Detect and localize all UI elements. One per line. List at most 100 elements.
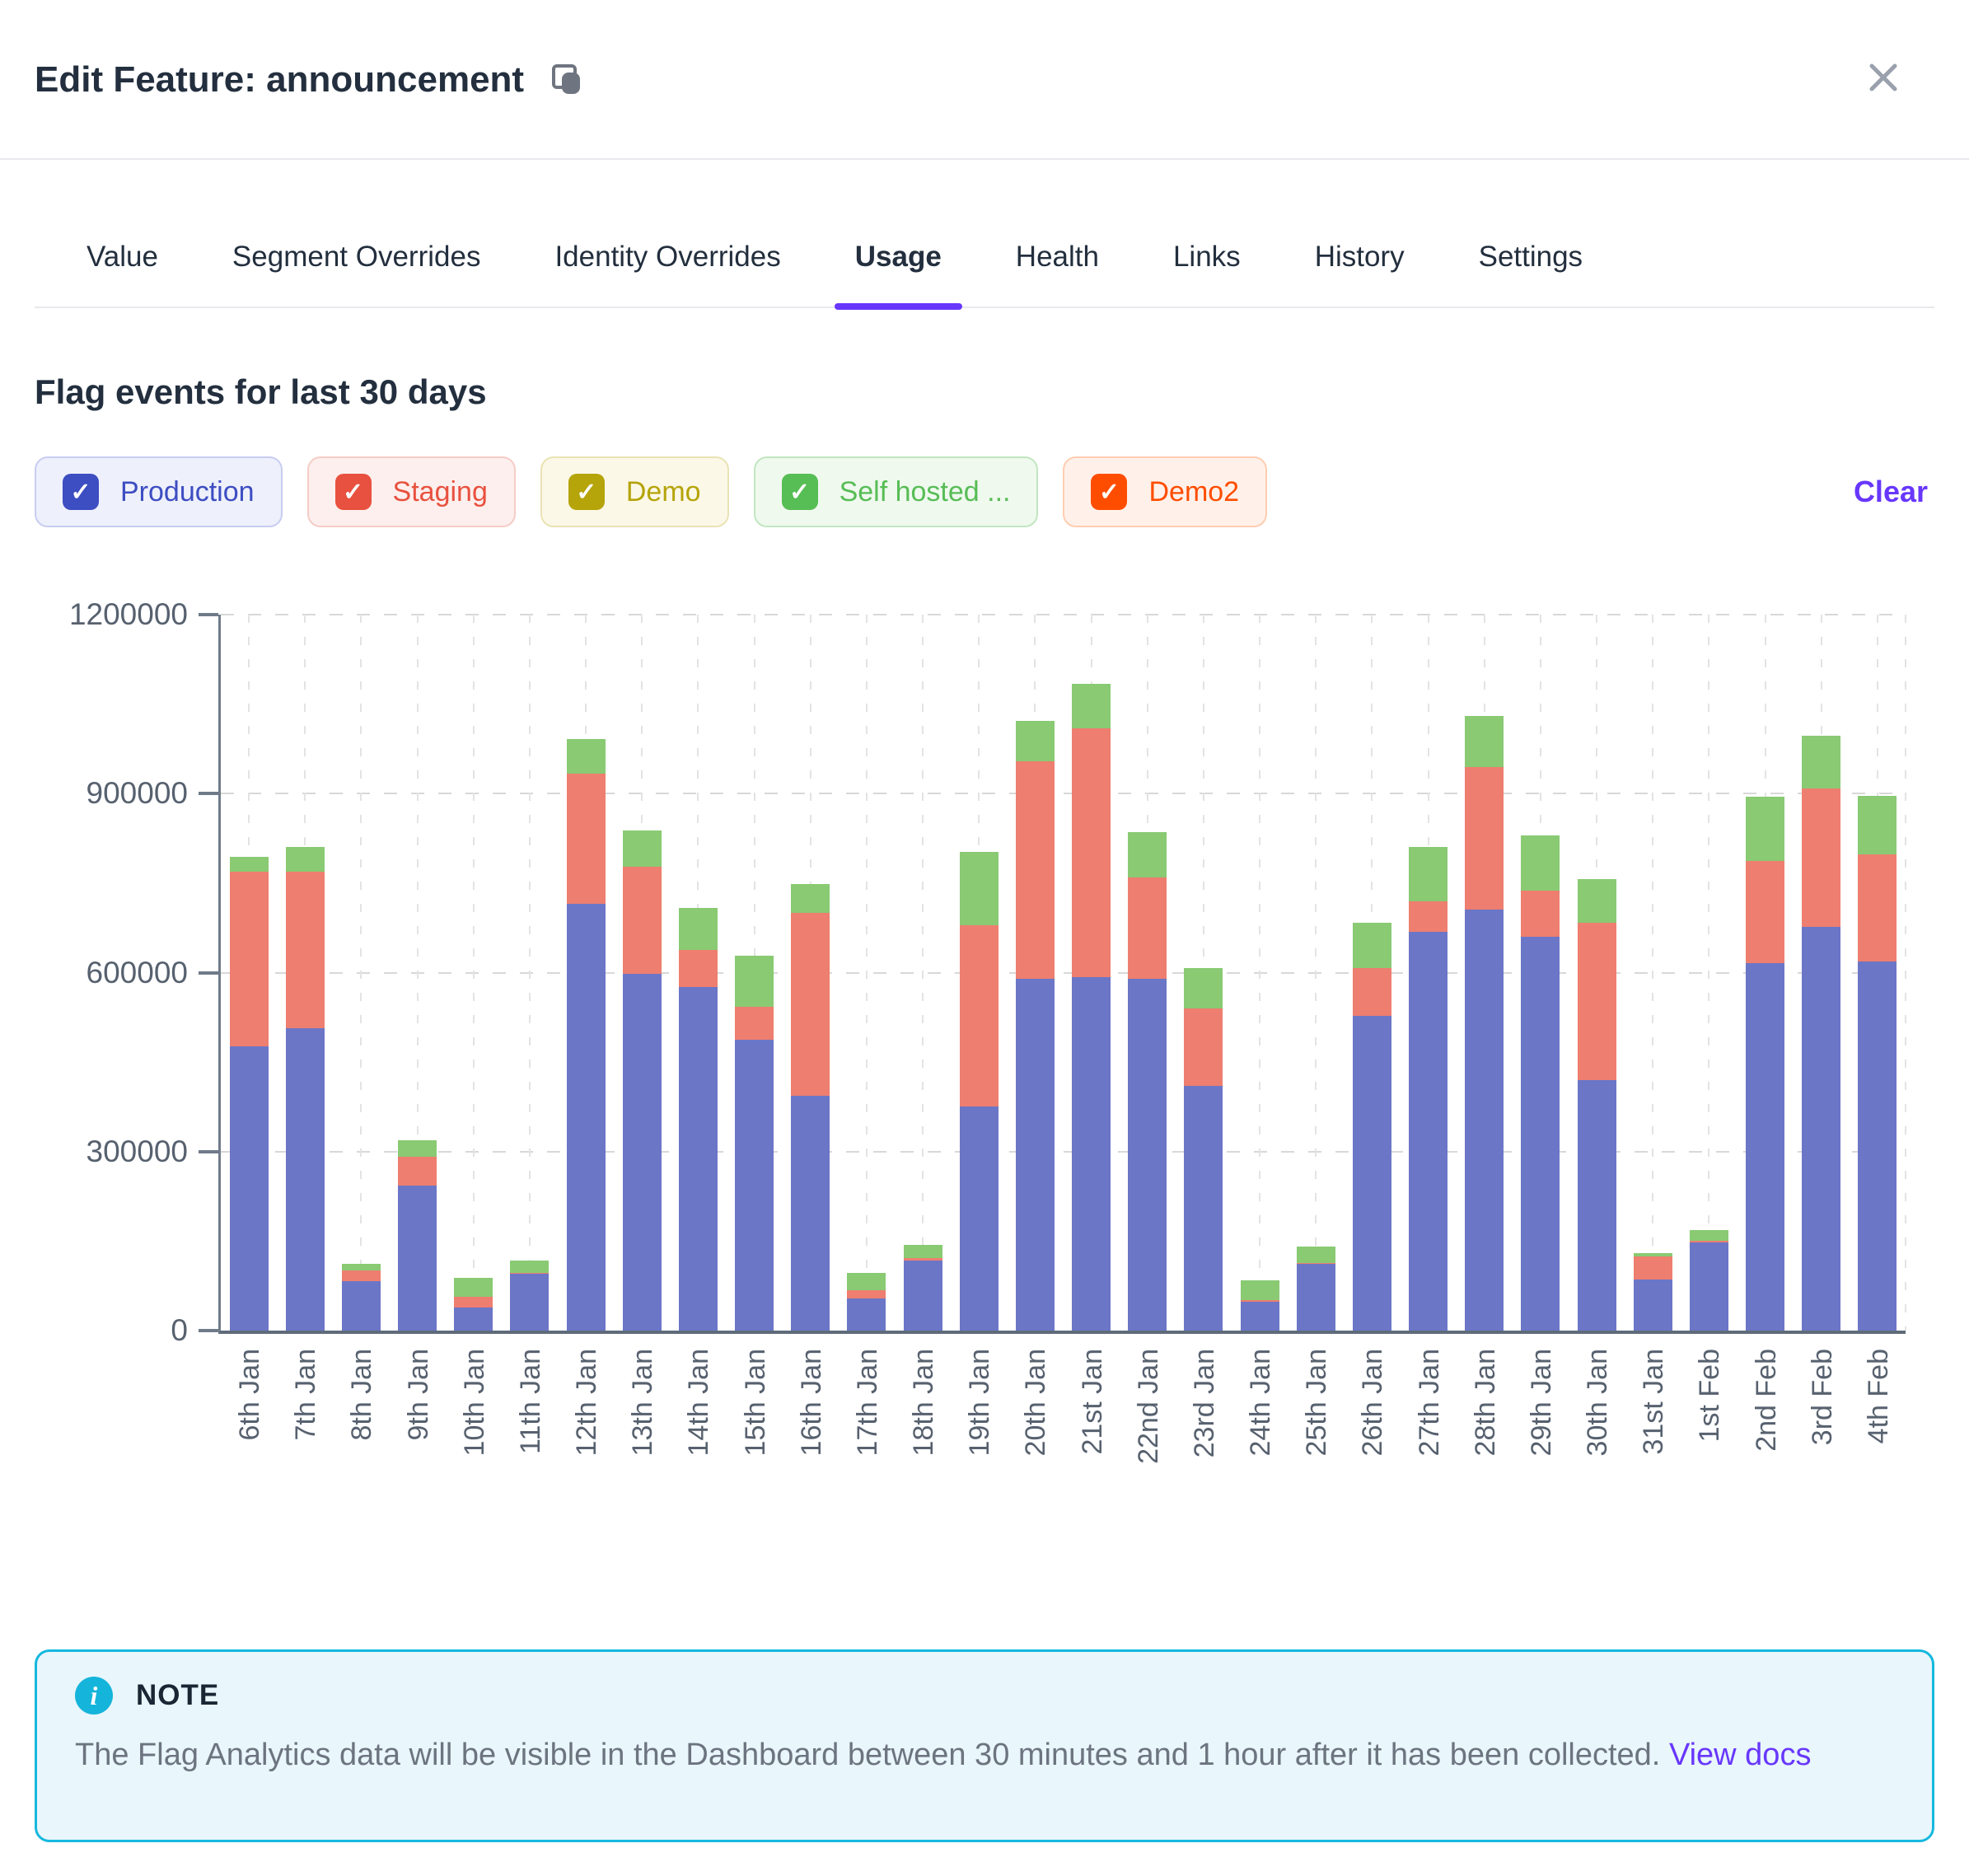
- note-box: i NOTE The Flag Analytics data will be v…: [35, 1649, 1934, 1842]
- bar-segment-staging: [1465, 767, 1504, 910]
- tab-value[interactable]: Value: [66, 241, 179, 274]
- tab-settings[interactable]: Settings: [1458, 241, 1603, 274]
- bar-segment-staging: [1521, 891, 1560, 937]
- tab-usage[interactable]: Usage: [835, 241, 962, 274]
- clear-filters-link[interactable]: Clear: [1854, 475, 1928, 509]
- tab-links[interactable]: Links: [1153, 241, 1261, 274]
- bar-segment-staging: [286, 872, 325, 1028]
- bar-segment-staging: [1241, 1300, 1279, 1301]
- bar-segment-self-hosted: [286, 847, 325, 872]
- x-axis-label: 12th Jan: [571, 1349, 602, 1456]
- gridline: [1259, 615, 1260, 1331]
- x-axis-label: 7th Jan: [290, 1349, 321, 1441]
- view-docs-link[interactable]: View docs: [1669, 1738, 1812, 1772]
- note-title: NOTE: [136, 1679, 219, 1712]
- bar-segment-staging: [342, 1270, 381, 1281]
- bar-segment-staging: [1858, 854, 1897, 961]
- copy-icon[interactable]: [552, 64, 583, 96]
- bar-segment-staging: [904, 1258, 942, 1260]
- tab-identity-overrides[interactable]: Identity Overrides: [534, 241, 801, 274]
- x-axis-label: 2nd Feb: [1751, 1349, 1782, 1452]
- bar-segment-staging: [1802, 788, 1840, 928]
- x-axis-label: 8th Jan: [346, 1349, 377, 1441]
- y-axis-label: 300000: [0, 1134, 188, 1169]
- bar-segment-staging: [960, 925, 999, 1107]
- filter-demo2[interactable]: ✓Demo2: [1063, 456, 1267, 527]
- environment-filters: ✓Production✓Staging✓Demo✓Self hosted ...…: [35, 455, 1928, 529]
- checkbox-icon[interactable]: ✓: [63, 474, 99, 510]
- x-axis-label: 25th Jan: [1301, 1349, 1332, 1456]
- x-axis-label: 11th Jan: [515, 1349, 546, 1454]
- filter-staging[interactable]: ✓ Staging: [307, 456, 516, 527]
- info-icon: i: [75, 1677, 113, 1715]
- filter-self-hosted[interactable]: ✓Self hosted ...: [754, 456, 1039, 527]
- filter-label: Staging: [393, 476, 488, 508]
- x-axis-label: 3rd Feb: [1807, 1349, 1838, 1445]
- tab-health[interactable]: Health: [995, 241, 1120, 274]
- bar-segment-self-hosted: [567, 739, 606, 774]
- tab-bar: Value Segment Overrides Identity Overrides…: [35, 161, 1934, 308]
- checkbox-icon[interactable]: ✓: [782, 474, 818, 510]
- y-axis-tick: [199, 1329, 218, 1332]
- x-axis-label: 30th Jan: [1582, 1349, 1613, 1456]
- tab-history[interactable]: History: [1294, 241, 1425, 274]
- y-axis-label: 600000: [0, 956, 188, 990]
- bar-segment-production: [791, 1096, 830, 1331]
- close-icon[interactable]: [1860, 54, 1906, 101]
- bar-segment-production: [679, 987, 718, 1331]
- tab-segment-overrides[interactable]: Segment Overrides: [212, 241, 502, 274]
- x-axis-label: 29th Jan: [1526, 1349, 1557, 1456]
- bar-segment-production: [1353, 1016, 1391, 1331]
- bar-segment-staging: [1746, 861, 1784, 963]
- x-axis-label: 4th Feb: [1863, 1349, 1894, 1443]
- bar-segment-staging: [1016, 761, 1055, 979]
- bar-segment-production: [623, 974, 662, 1331]
- bar-segment-production: [1072, 977, 1111, 1331]
- bar-segment-self-hosted: [1072, 684, 1111, 728]
- bar-segment-production: [1578, 1080, 1616, 1331]
- x-axis-label: 24th Jan: [1245, 1349, 1276, 1456]
- bar-segment-production: [1184, 1086, 1223, 1331]
- gridline: [1905, 615, 1906, 1331]
- gridline: [1708, 615, 1709, 1331]
- x-axis-label: 28th Jan: [1470, 1349, 1501, 1456]
- bar-segment-self-hosted: [454, 1278, 493, 1297]
- bar-segment-self-hosted: [1353, 923, 1391, 969]
- x-axis-label: 6th Jan: [234, 1349, 265, 1441]
- bar-segment-production: [1802, 927, 1840, 1331]
- y-axis-tick: [199, 792, 218, 795]
- bar-segment-staging: [1634, 1256, 1672, 1280]
- x-axis-label: 27th Jan: [1414, 1349, 1445, 1456]
- x-axis-label: 22nd Jan: [1133, 1349, 1164, 1464]
- x-axis-label: 13th Jan: [627, 1349, 658, 1456]
- bar-segment-staging: [1297, 1263, 1335, 1264]
- bar-segment-self-hosted: [342, 1264, 381, 1270]
- x-axis-label: 20th Jan: [1020, 1349, 1051, 1456]
- bar-segment-production: [1465, 910, 1504, 1331]
- x-axis-label: 9th Jan: [403, 1349, 434, 1441]
- bar-segment-self-hosted: [623, 830, 662, 866]
- x-axis-label: 21st Jan: [1077, 1349, 1108, 1455]
- filter-production[interactable]: ✓Production: [35, 456, 283, 527]
- gridline: [1652, 615, 1653, 1331]
- checkbox-icon[interactable]: ✓: [1091, 474, 1127, 510]
- bar-segment-production: [286, 1028, 325, 1331]
- filter-demo[interactable]: ✓Demo: [540, 456, 729, 527]
- bar-segment-production: [960, 1106, 999, 1331]
- gridline: [529, 615, 531, 1331]
- bar-segment-staging: [510, 1273, 549, 1274]
- y-axis-label: 900000: [0, 776, 188, 811]
- checkbox-icon[interactable]: ✓: [335, 474, 372, 510]
- bar-segment-self-hosted: [791, 884, 830, 913]
- bar-segment-production: [1634, 1280, 1672, 1331]
- x-axis-label: 10th Jan: [459, 1349, 490, 1456]
- bar-segment-staging: [847, 1290, 886, 1298]
- gridline: [473, 615, 475, 1331]
- checkbox-icon[interactable]: ✓: [568, 474, 605, 510]
- section-heading: Flag events for last 30 days: [35, 372, 487, 412]
- gridline: [1315, 615, 1317, 1331]
- bar-segment-production: [1297, 1264, 1335, 1331]
- bar-segment-self-hosted: [1634, 1253, 1672, 1256]
- bar-segment-self-hosted: [1746, 797, 1784, 861]
- bar-segment-staging: [679, 950, 718, 987]
